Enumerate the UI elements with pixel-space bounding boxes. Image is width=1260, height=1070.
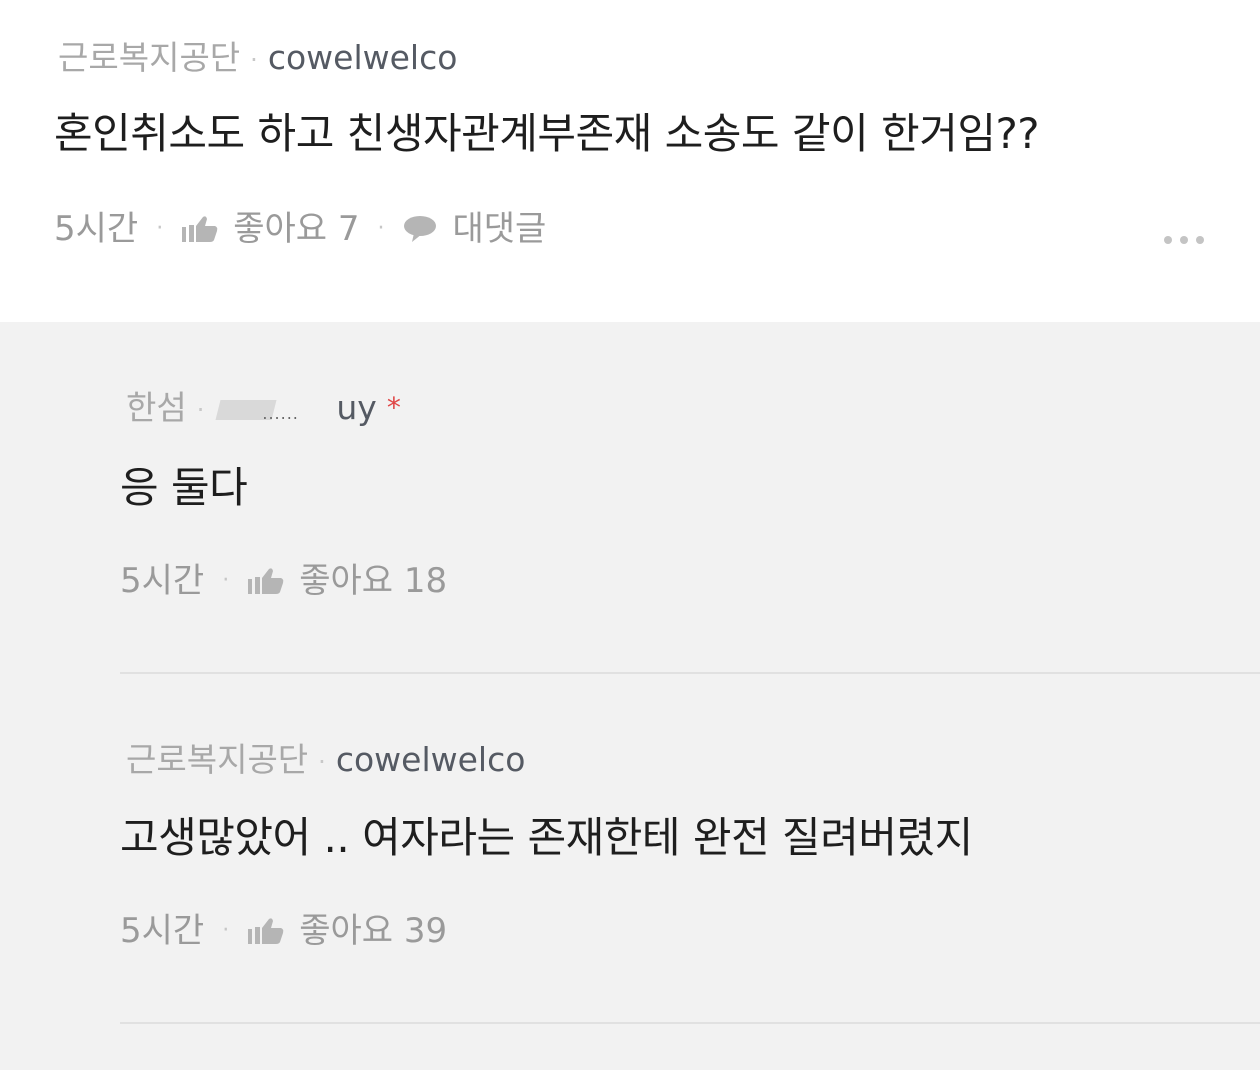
comment-thread: 근로복지공단 · cowelwelco 혼인취소도 하고 친생자관계부존재 소송도 … [0, 0, 1260, 1070]
separator-dot: · [156, 216, 164, 241]
comment-author: 근로복지공단 · cowelwelco [58, 38, 457, 80]
comment-time: 5시간 [54, 209, 139, 249]
reply-text: 응 둘다 [120, 463, 248, 512]
reply-text: 고생많았어 .. 여자라는 존재한테 완전 질려버렸지 [120, 813, 973, 862]
thumbs-up-icon[interactable] [247, 916, 285, 946]
thumbs-up-icon[interactable] [247, 566, 285, 596]
speech-bubble-icon[interactable] [402, 214, 438, 244]
like-button[interactable]: 좋아요 7 [233, 208, 359, 250]
reply-button[interactable]: 대댓글 [452, 208, 546, 250]
author-mark: * [386, 391, 401, 424]
author-nickname: 근로복지공단 [126, 740, 309, 779]
author-user-id-tail[interactable]: uy [336, 388, 376, 427]
reply-meta: 5시간 · 좋아요 18 [120, 560, 447, 602]
separator-dot: · [377, 216, 385, 241]
author-user-id[interactable]: cowelwelco [268, 38, 458, 77]
author-nickname: 근로복지공단 [58, 38, 241, 77]
thumbs-up-icon[interactable] [181, 214, 219, 244]
reply-author: 근로복지공단 · cowelwelco [126, 740, 525, 782]
separator-dot: · [222, 918, 230, 943]
author-nickname: 한섬 [126, 388, 187, 427]
more-dots-icon[interactable] [1164, 236, 1204, 244]
reply-author: 한섬 ·...... uy * [126, 388, 401, 430]
like-button[interactable]: 좋아요 18 [299, 560, 447, 602]
reply-time: 5시간 [120, 561, 205, 601]
separator-dot: · [318, 747, 326, 776]
separator-dot: · [196, 395, 205, 424]
redacted-user-id: ...... [214, 392, 330, 428]
reply-divider [120, 672, 1260, 674]
like-button[interactable]: 좋아요 39 [299, 910, 447, 952]
main-comment: 근로복지공단 · cowelwelco 혼인취소도 하고 친생자관계부존재 소송도 … [0, 0, 1260, 322]
reply-time: 5시간 [120, 911, 205, 951]
reply-divider [120, 1022, 1260, 1024]
comment-meta: 5시간 · 좋아요 7 · 대댓글 [54, 208, 546, 250]
reply-meta: 5시간 · 좋아요 39 [120, 910, 447, 952]
comment-text: 혼인취소도 하고 친생자관계부존재 소송도 같이 한거임?? [54, 109, 1040, 158]
author-user-id[interactable]: cowelwelco [336, 740, 526, 779]
separator-dot: · [222, 568, 230, 593]
separator-dot: · [250, 45, 258, 74]
